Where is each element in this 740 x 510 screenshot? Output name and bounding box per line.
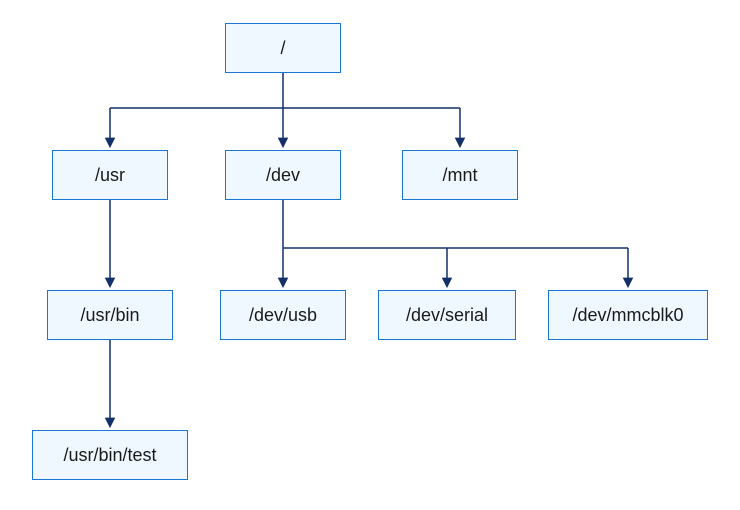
node-dev: /dev (225, 150, 341, 200)
node-dev-usb-label: /dev/usb (249, 305, 317, 326)
node-dev-usb: /dev/usb (220, 290, 346, 340)
node-dev-label: /dev (266, 165, 300, 186)
node-root-label: / (280, 38, 285, 59)
node-usr-bin-test: /usr/bin/test (32, 430, 188, 480)
node-mnt-label: /mnt (442, 165, 477, 186)
node-dev-mmcblk0-label: /dev/mmcblk0 (572, 305, 683, 326)
node-usr-bin: /usr/bin (47, 290, 173, 340)
node-mnt: /mnt (402, 150, 518, 200)
node-usr-bin-test-label: /usr/bin/test (63, 445, 156, 466)
node-dev-mmcblk0: /dev/mmcblk0 (548, 290, 708, 340)
node-dev-serial: /dev/serial (378, 290, 516, 340)
node-usr-label: /usr (95, 165, 125, 186)
node-usr: /usr (52, 150, 168, 200)
node-root: / (225, 23, 341, 73)
node-usr-bin-label: /usr/bin (80, 305, 139, 326)
node-dev-serial-label: /dev/serial (406, 305, 488, 326)
